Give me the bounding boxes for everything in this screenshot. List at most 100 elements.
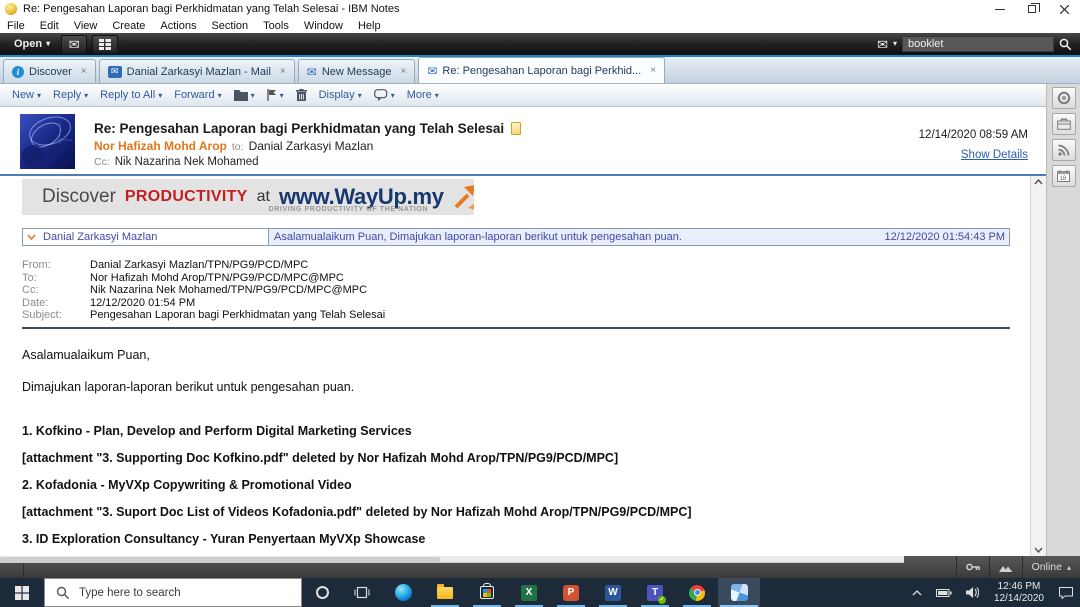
reply-button[interactable]: Reply▾: [47, 84, 94, 106]
security-status[interactable]: [956, 556, 989, 578]
chevron-down-icon: ▾: [46, 40, 50, 48]
calendar-panel-button[interactable]: 18: [1052, 165, 1076, 187]
action-center-button[interactable]: [1052, 578, 1080, 607]
chevron-down-icon: ▾: [358, 91, 362, 100]
minimize-button[interactable]: [984, 0, 1016, 18]
expand-chevron-icon[interactable]: [27, 234, 36, 240]
taskbar-powerpoint[interactable]: P: [550, 578, 592, 607]
powerpoint-icon: P: [563, 585, 579, 601]
restore-button[interactable]: [1016, 0, 1048, 18]
message-subject-row: Re: Pengesahan Laporan bagi Perkhidmatan…: [94, 121, 1046, 136]
sender-name[interactable]: Nor Hafizah Mohd Arop: [94, 139, 227, 153]
taskbar-file-explorer[interactable]: [424, 578, 466, 607]
thread-sender-cell[interactable]: Danial Zarkasyi Mazlan: [23, 229, 269, 245]
network-status[interactable]: [989, 556, 1022, 578]
menu-section[interactable]: Section: [211, 20, 248, 32]
title-bar: Re: Pengesahan Laporan bagi Perkhidmatan…: [0, 0, 1080, 18]
word-icon: W: [605, 585, 621, 601]
scroll-up-icon[interactable]: [1034, 179, 1043, 185]
cc-name[interactable]: Nik Nazarina Nek Mohamed: [115, 156, 259, 168]
collapsed-thread-row[interactable]: Danial Zarkasyi Mazlan Asalamualaikum Pu…: [22, 228, 1010, 246]
thread-preview-cell[interactable]: Asalamualaikum Puan, Dimajukan laporan-l…: [269, 229, 857, 245]
more-button[interactable]: More▾: [401, 84, 445, 106]
taskbar-search[interactable]: [44, 578, 302, 607]
menu-view[interactable]: View: [74, 20, 98, 32]
scroll-down-icon[interactable]: [1034, 547, 1043, 553]
chat-bubble-button[interactable]: ▾: [368, 89, 401, 101]
menu-file[interactable]: File: [7, 20, 25, 32]
chevron-down-icon: ▾: [84, 91, 88, 100]
menu-create[interactable]: Create: [112, 20, 145, 32]
recipient-name[interactable]: Danial Zarkasyi Mazlan: [249, 139, 374, 153]
field-row-date: Date:12/12/2020 01:54 PM: [22, 297, 1010, 310]
document-icon: [511, 122, 521, 135]
tab-new-message[interactable]: ✉ New Message ×: [298, 59, 416, 83]
open-list-button[interactable]: [1052, 87, 1076, 109]
briefcase-panel-button[interactable]: [1052, 113, 1076, 135]
menu-edit[interactable]: Edit: [40, 20, 59, 32]
tab-close-icon[interactable]: ×: [280, 66, 286, 77]
taskbar-search-input[interactable]: [79, 587, 301, 599]
scrollbar-thumb[interactable]: [0, 557, 440, 562]
info-icon: i: [12, 66, 24, 78]
tab-close-icon[interactable]: ×: [401, 66, 407, 77]
feeds-panel-button[interactable]: [1052, 139, 1076, 161]
notes-search-input[interactable]: [902, 36, 1054, 52]
speaker-icon: [966, 587, 979, 598]
body-intro: Dimajukan laporan-laporan berikut untuk …: [22, 380, 1010, 394]
volume-indicator[interactable]: [959, 578, 986, 607]
taskbar-edge[interactable]: [382, 578, 424, 607]
briefcase-icon: [1057, 118, 1071, 130]
horizontal-scrollbar[interactable]: [0, 556, 904, 563]
cortana-button[interactable]: [302, 578, 342, 607]
close-button[interactable]: [1048, 0, 1080, 18]
taskbar-clock[interactable]: 12:46 PM 12/14/2020: [986, 578, 1052, 607]
taskbar-ibm-notes[interactable]: [718, 578, 760, 607]
search-icon[interactable]: [1059, 38, 1072, 51]
workspace-grid-button[interactable]: [92, 35, 118, 54]
tab-mail[interactable]: ✉ Danial Zarkasyi Mazlan - Mail ×: [99, 59, 295, 83]
online-status-dropdown[interactable]: Online ▴: [1022, 556, 1080, 578]
display-button[interactable]: Display▾: [313, 84, 368, 106]
battery-indicator[interactable]: [929, 578, 959, 607]
windows-taskbar: X P W T✓ 12:46 PM 12/14/2020: [0, 578, 1080, 607]
start-button[interactable]: [0, 578, 44, 607]
chevron-up-icon: ▴: [1067, 563, 1071, 572]
move-to-folder-button[interactable]: ▾: [228, 90, 261, 101]
taskbar-store[interactable]: [466, 578, 508, 607]
mail-toolbar-button[interactable]: ✉: [61, 35, 87, 54]
flag-button[interactable]: ▾: [261, 89, 290, 101]
delete-button[interactable]: [290, 89, 313, 101]
tab-close-icon[interactable]: ×: [650, 65, 656, 76]
hidden-icons-button[interactable]: [905, 578, 929, 607]
tab-discover[interactable]: i Discover ×: [3, 59, 96, 83]
show-details-link[interactable]: Show Details: [919, 149, 1028, 161]
new-button[interactable]: New▾: [6, 84, 47, 106]
menu-actions[interactable]: Actions: [160, 20, 196, 32]
tab-label: Discover: [29, 66, 72, 78]
wayup-ad-banner[interactable]: Discover PRODUCTIVITY at www.WayUp.my DR…: [22, 179, 474, 215]
menu-tools[interactable]: Tools: [263, 20, 289, 32]
vertical-scrollbar[interactable]: [1030, 176, 1046, 556]
menu-help[interactable]: Help: [358, 20, 381, 32]
taskbar-word[interactable]: W: [592, 578, 634, 607]
notes-app-icon: [5, 3, 17, 15]
search-scope-caret-icon[interactable]: ▾: [893, 40, 897, 48]
reply-to-all-button[interactable]: Reply to All▾: [94, 84, 168, 106]
message-content-row: Discover PRODUCTIVITY at www.WayUp.my DR…: [0, 176, 1046, 556]
notification-icon: [1059, 587, 1073, 599]
task-view-button[interactable]: [342, 578, 382, 607]
tab-close-icon[interactable]: ×: [81, 66, 87, 77]
open-button[interactable]: Open ▾: [8, 33, 56, 55]
taskbar-excel[interactable]: X: [508, 578, 550, 607]
forward-button[interactable]: Forward▾: [168, 84, 227, 106]
taskbar-teams[interactable]: T✓: [634, 578, 676, 607]
menu-window[interactable]: Window: [304, 20, 343, 32]
search-scope-mail-icon[interactable]: ✉: [877, 38, 888, 51]
tab-current-message[interactable]: ✉ Re: Pengesahan Laporan bagi Perkhid...…: [418, 57, 665, 83]
file-explorer-icon: [437, 587, 453, 599]
taskbar-chrome[interactable]: [676, 578, 718, 607]
minimize-icon: [995, 9, 1005, 10]
status-bar: Online ▴: [0, 556, 1080, 578]
thread-preview: Asalamualaikum Puan, Dimajukan laporan-l…: [274, 231, 682, 243]
